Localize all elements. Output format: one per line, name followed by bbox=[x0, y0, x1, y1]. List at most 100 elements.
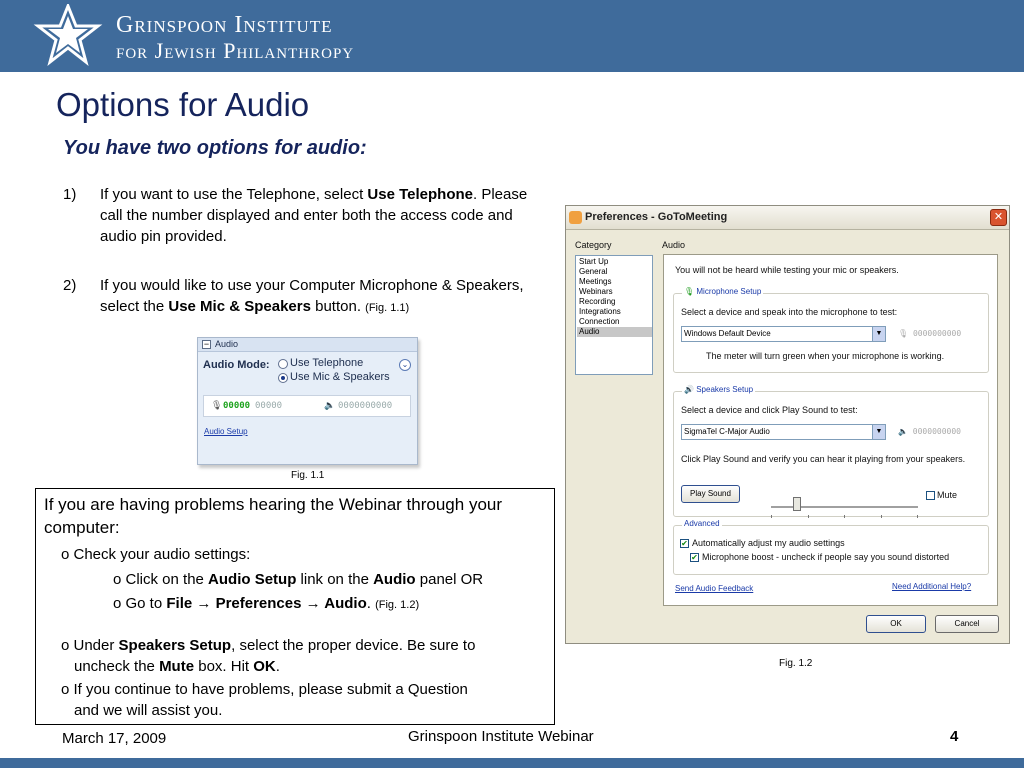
sub-item-bold: Audio bbox=[324, 595, 367, 612]
sub-item-text: panel OR bbox=[415, 571, 484, 588]
speaker-note: Click Play Sound and verify you can hear… bbox=[681, 454, 966, 464]
speaker-icon: 🔊 bbox=[684, 385, 694, 394]
slide-subtitle: You have two options for audio: bbox=[63, 137, 367, 159]
category-item[interactable]: General bbox=[579, 267, 607, 277]
sub-item-audio-setup: o Click on the Audio Setup link on the A… bbox=[113, 569, 483, 590]
continue-problems-line1: o If you continue to have problems, plea… bbox=[61, 681, 468, 698]
option-use-mic-speakers-label: Use Mic & Speakers bbox=[290, 371, 390, 383]
close-icon[interactable]: ✕ bbox=[990, 209, 1007, 226]
chevron-down-icon[interactable]: ▼ bbox=[872, 425, 885, 439]
dialog-title: Preferences - GoToMeeting bbox=[585, 211, 728, 223]
mic-meter: 00000 bbox=[255, 401, 283, 411]
section-label: Audio bbox=[662, 240, 686, 250]
advanced-group: Advanced ✔ Automatically adjust my audio… bbox=[673, 519, 989, 575]
arrow-right-icon: → bbox=[301, 595, 325, 612]
microphone-setup-group: 🎙 Microphone Setup Select a device and s… bbox=[673, 287, 989, 373]
chevron-down-icon[interactable]: ⌄ bbox=[399, 359, 411, 371]
group-title-text: Microphone Setup bbox=[696, 287, 762, 296]
category-item[interactable]: Integrations bbox=[579, 307, 621, 317]
footer-date: March 17, 2009 bbox=[62, 730, 167, 747]
troubleshooting-intro: If you are having problems hearing the W… bbox=[44, 495, 503, 537]
category-item[interactable]: Connection bbox=[579, 317, 619, 327]
microphone-icon: 🎙 bbox=[898, 329, 909, 338]
radio-use-telephone[interactable] bbox=[278, 359, 288, 369]
sub-item-bold: Audio bbox=[373, 571, 416, 588]
need-help-link[interactable]: Need Additional Help? bbox=[892, 582, 971, 591]
option-text: If you want to use the Telephone, select… bbox=[100, 184, 530, 247]
auto-adjust-label: Automatically adjust my audio settings bbox=[692, 538, 845, 548]
category-item[interactable]: Meetings bbox=[579, 277, 611, 287]
org-name-line2: for Jewish Philanthropy bbox=[116, 38, 355, 63]
item-bold: Speakers Setup bbox=[118, 637, 232, 654]
fig-reference: (Fig. 1.2) bbox=[375, 599, 420, 611]
category-item[interactable]: Webinars bbox=[579, 287, 613, 297]
mic-meter-active: 00000 bbox=[223, 401, 251, 411]
audio-panel-title: Audio bbox=[215, 339, 239, 349]
option-text: If you would like to use your Computer M… bbox=[100, 275, 530, 319]
slider-tick bbox=[844, 515, 845, 518]
slide-title: Options for Audio bbox=[56, 86, 310, 123]
chevron-down-icon[interactable]: ▼ bbox=[872, 327, 885, 341]
category-item-selected[interactable]: Audio bbox=[577, 327, 652, 337]
item-bold: Mute bbox=[159, 658, 195, 675]
item-text: , select the proper device. Be sure to bbox=[231, 637, 476, 654]
slider-tick bbox=[917, 515, 918, 518]
volume-slider-thumb[interactable] bbox=[793, 497, 801, 511]
option-number: 1) bbox=[63, 186, 77, 203]
sub-item-bold: File bbox=[166, 595, 193, 612]
footer-title: Grinspoon Institute Webinar bbox=[408, 728, 594, 745]
speaker-meter: 0000000000 bbox=[338, 401, 393, 411]
sub-item-bold: Audio Setup bbox=[208, 571, 297, 588]
mic-note: The meter will turn green when your micr… bbox=[706, 351, 945, 361]
option-1: 1) If you want to use the Telephone, sel… bbox=[63, 184, 543, 248]
item-bold: OK bbox=[253, 658, 276, 675]
option-number: 2) bbox=[63, 277, 77, 294]
auto-adjust-checkbox[interactable]: ✔ bbox=[680, 539, 689, 548]
fig-1-1-caption: Fig. 1.1 bbox=[291, 470, 325, 481]
header-banner: Grinspoon Institute for Jewish Philanthr… bbox=[0, 0, 1024, 72]
category-list: Start Up General Meetings Webinars Recor… bbox=[575, 255, 653, 375]
mic-boost-label: Microphone boost - uncheck if people say… bbox=[702, 552, 950, 562]
test-notice: You will not be heard while testing your… bbox=[675, 265, 899, 275]
collapse-icon[interactable]: − bbox=[202, 340, 211, 349]
speakers-setup-item-line2: uncheck the Mute box. Hit OK. bbox=[74, 656, 280, 677]
item-text: o Under bbox=[61, 637, 119, 654]
audio-level-meters: 🎙 00000 00000 🔈 0000000000 bbox=[203, 395, 411, 417]
cancel-button[interactable]: Cancel bbox=[935, 615, 999, 633]
speaker-device-value: SigmaTel C-Major Audio bbox=[684, 427, 770, 436]
play-sound-button[interactable]: Play Sound bbox=[681, 485, 740, 503]
speaker-icon: 🔈 bbox=[898, 427, 908, 436]
category-item[interactable]: Start Up bbox=[579, 257, 608, 267]
speakers-setup-group: 🔊 Speakers Setup Select a device and cli… bbox=[673, 385, 989, 518]
speakers-setup-title: 🔊 Speakers Setup bbox=[682, 385, 756, 394]
option-text-bold: Use Mic & Speakers bbox=[168, 298, 311, 315]
mic-boost-checkbox[interactable]: ✔ bbox=[690, 553, 699, 562]
audio-mode-label: Audio Mode: bbox=[203, 359, 270, 371]
sub-item-text: o Go to bbox=[113, 595, 167, 612]
speaker-device-select[interactable]: SigmaTel C-Major Audio ▼ bbox=[681, 424, 886, 440]
category-item[interactable]: Recording bbox=[579, 297, 615, 307]
radio-use-mic-speakers[interactable] bbox=[278, 373, 288, 383]
mic-device-value: Windows Default Device bbox=[684, 329, 771, 338]
sub-item-bold: Preferences bbox=[215, 595, 302, 612]
sub-item-text: . bbox=[366, 595, 376, 612]
advanced-title: Advanced bbox=[682, 519, 722, 528]
microphone-setup-title: 🎙 Microphone Setup bbox=[682, 287, 764, 296]
option-text-bold: Use Telephone bbox=[367, 186, 473, 203]
mute-checkbox[interactable] bbox=[926, 491, 935, 500]
audio-panel-screenshot: − Audio Audio Mode: Use Telephone Use Mi… bbox=[197, 337, 418, 465]
option-text-pre: If you want to use the Telephone, select bbox=[100, 186, 368, 203]
gotomeeting-icon bbox=[569, 211, 582, 224]
dialog-titlebar: Preferences - GoToMeeting ✕ bbox=[566, 206, 1009, 230]
audio-setup-link[interactable]: Audio Setup bbox=[204, 427, 248, 436]
star-logo-icon bbox=[33, 4, 103, 66]
check-settings-item: o Check your audio settings: bbox=[61, 546, 251, 563]
ok-button[interactable]: OK bbox=[866, 615, 926, 633]
speaker-instruction: Select a device and click Play Sound to … bbox=[681, 405, 858, 415]
preferences-dialog: Preferences - GoToMeeting ✕ Category Aud… bbox=[565, 205, 1010, 644]
send-audio-feedback-link[interactable]: Send Audio Feedback bbox=[675, 584, 753, 593]
mic-device-select[interactable]: Windows Default Device ▼ bbox=[681, 326, 886, 342]
speaker-meter-value: 0000000000 bbox=[912, 427, 961, 436]
option-2: 2) If you would like to use your Compute… bbox=[63, 275, 543, 319]
sub-item-file-menu: o Go to File → Preferences → Audio. (Fig… bbox=[113, 593, 419, 616]
